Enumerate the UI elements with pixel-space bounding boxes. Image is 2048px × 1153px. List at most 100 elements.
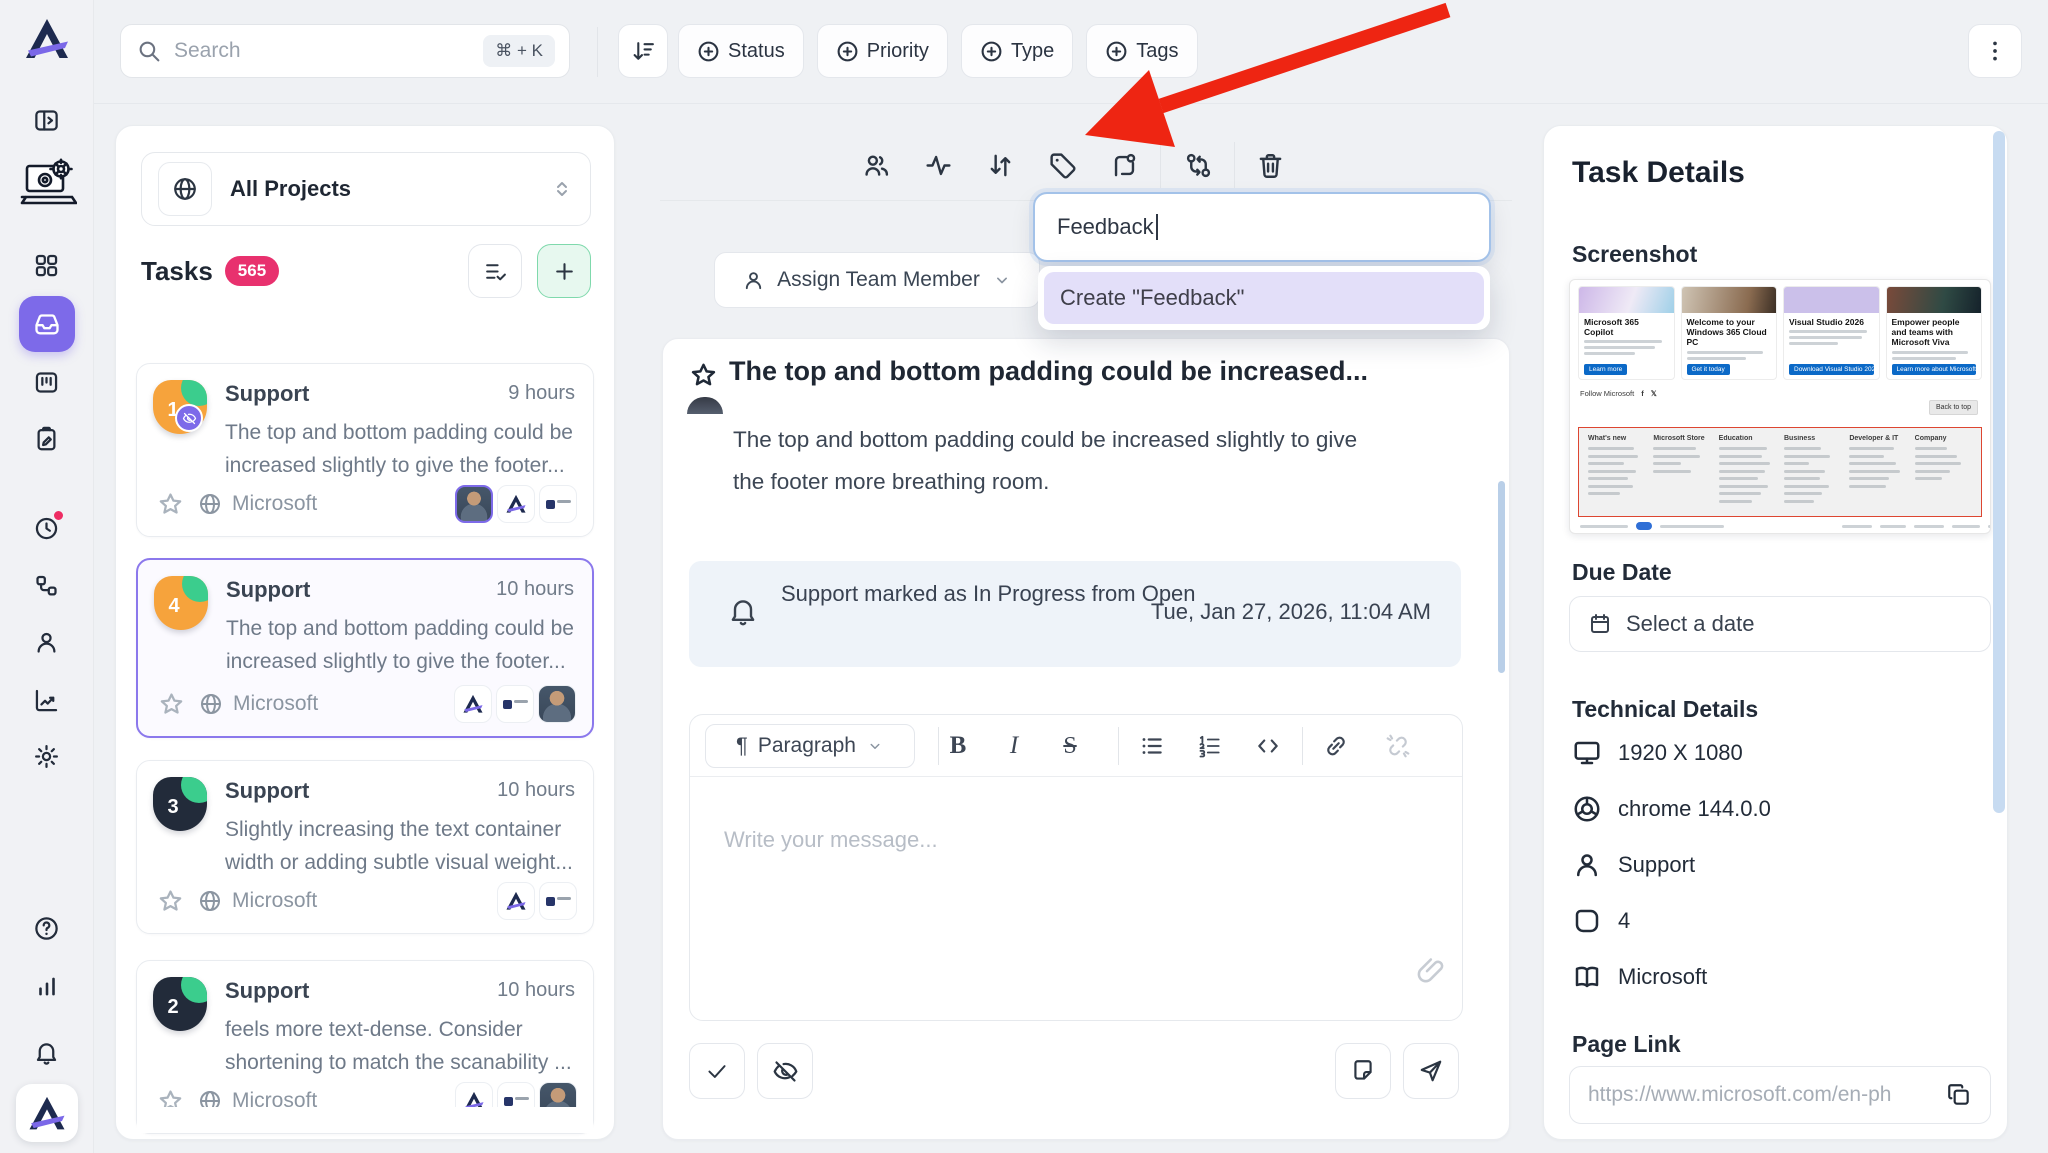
tag-suggestion-panel: Create "Feedback" [1038,266,1490,330]
collapse-panel-icon[interactable] [25,98,69,142]
task-number-badge: 4 [154,576,208,630]
create-tag-option[interactable]: Create "Feedback" [1044,272,1484,324]
approve-check-button[interactable] [689,1043,745,1099]
project-selector-label: All Projects [230,176,351,202]
topbar-divider [597,27,598,77]
workflow-nodes-icon[interactable] [25,564,69,608]
filter-type-button[interactable]: Type [961,24,1073,78]
globe-icon [198,889,222,913]
task-card[interactable]: 1 Support 9 hours The top and bottom pad… [136,363,594,537]
assignees-people-icon[interactable] [858,147,894,183]
content-scrollbar[interactable] [1498,481,1505,673]
filter-priority-button[interactable]: Priority [817,24,948,78]
star-icon[interactable] [157,491,184,518]
workspace-logo-button[interactable] [16,1084,78,1142]
assignee-avatar [538,685,576,723]
more-options-kebab-button[interactable] [1968,24,2022,78]
clipboard-edit-icon[interactable] [25,416,69,460]
task-details-panel: Task Details Screenshot Microsoft 365 Co… [1543,125,2008,1140]
book-icon [1572,962,1602,992]
star-icon[interactable] [157,888,184,915]
search-input[interactable]: Search ⌘ + K [120,24,570,78]
task-card[interactable]: 3 Support 10 hours Slightly increasing t… [136,760,594,934]
project-selector[interactable]: All Projects [141,152,591,226]
search-placeholder: Search [174,39,471,63]
task-card-title: Support [225,978,309,1004]
send-button[interactable] [1403,1043,1459,1099]
filter-label: Type [1011,40,1054,63]
star-icon[interactable] [158,691,185,718]
assign-team-member-button[interactable]: Assign Team Member [714,252,1040,308]
message-editor: ¶ Paragraph B I S Write your message... [689,714,1463,1021]
filter-label: Tags [1136,40,1178,63]
task-card-title: Support [225,778,309,804]
monitor-icon [1572,738,1602,768]
activity-icon[interactable] [920,147,956,183]
unlink-button[interactable] [1380,728,1416,764]
block-type-label: Paragraph [758,734,856,758]
task-number-badge: 2 [153,977,207,1031]
italic-button[interactable]: I [996,728,1032,764]
sort-updown-icon[interactable] [982,147,1018,183]
due-date-input[interactable]: Select a date [1569,596,1991,652]
avatar-alogo [497,485,535,523]
due-date-placeholder: Select a date [1626,611,1754,637]
dashboard-grid-icon[interactable] [25,243,69,287]
task-description: The top and bottom padding could be incr… [733,419,1393,503]
swap-compare-icon[interactable] [1180,147,1216,183]
flag-comment-icon[interactable] [1106,147,1142,183]
kanban-board-icon[interactable] [25,360,69,404]
filter-tags-button[interactable]: Tags [1086,24,1197,78]
notifications-bell-icon[interactable] [25,1030,69,1074]
code-button[interactable] [1250,728,1286,764]
tag-input-value: Feedback [1057,214,1154,240]
tag-icon[interactable] [1044,147,1080,183]
time-tracking-icon[interactable] [25,506,69,550]
link-button[interactable] [1318,728,1354,764]
usage-stats-icon[interactable] [25,964,69,1008]
author-avatar-clipped [687,397,723,414]
task-card-time: 10 hours [496,578,574,601]
strikethrough-button[interactable]: S [1052,728,1088,764]
page-link-input[interactable]: https://www.microsoft.com/en-ph [1569,1066,1991,1124]
list-check-button[interactable] [468,244,522,298]
attach-paperclip-icon[interactable] [1416,955,1447,986]
workspace-laptop-icon[interactable] [15,152,79,212]
copy-icon[interactable] [1946,1082,1972,1108]
bold-button[interactable]: B [940,728,976,764]
mini-card: Microsoft 365 CopilotLearn more [1578,286,1675,380]
hide-eye-off-button[interactable] [757,1043,813,1099]
back-to-top-button: Back to top [1929,400,1978,415]
notification-timestamp: Tue, Jan 27, 2026, 11:04 AM [1151,599,1431,625]
sort-button[interactable] [618,24,668,78]
task-card-description: The top and bottom padding could be incr… [225,416,577,480]
help-icon[interactable] [25,906,69,950]
ordered-list-button[interactable] [1192,728,1228,764]
panel-scrollbar[interactable] [1993,131,2005,813]
message-placeholder[interactable]: Write your message... [724,827,938,853]
inbox-icon-active[interactable] [19,296,75,352]
settings-gear-icon[interactable] [25,734,69,778]
spec-number: 4 [1572,906,1630,936]
filter-status-button[interactable]: Status [678,24,804,78]
task-card-title: Support [226,577,310,603]
star-icon[interactable] [689,361,718,390]
block-type-dropdown[interactable]: ¶ Paragraph [705,724,915,768]
screenshot-cards-row: Microsoft 365 CopilotLearn more Welcome … [1578,286,1982,380]
filter-label: Status [728,40,785,63]
screenshot-preview[interactable]: Microsoft 365 CopilotLearn more Welcome … [1569,279,1991,534]
note-template-button[interactable] [1335,1043,1391,1099]
analytics-chart-icon[interactable] [25,678,69,722]
search-icon [137,39,162,64]
chevron-down-icon [992,270,1012,290]
members-icon[interactable] [25,620,69,664]
bullet-list-button[interactable] [1134,728,1170,764]
delete-trash-icon[interactable] [1252,147,1288,183]
filter-bar: Status Priority Type Tags [678,24,1198,78]
panel-title: Task Details [1572,156,1745,190]
tag-name-input[interactable]: Feedback [1033,192,1491,262]
add-task-button[interactable] [537,244,591,298]
mini-card: Empower people and teams with Microsoft … [1886,286,1983,380]
task-card-selected[interactable]: 4 Support 10 hours The top and bottom pa… [136,558,594,738]
task-card[interactable]: 2 Support 10 hours feels more text-dense… [136,960,594,1134]
